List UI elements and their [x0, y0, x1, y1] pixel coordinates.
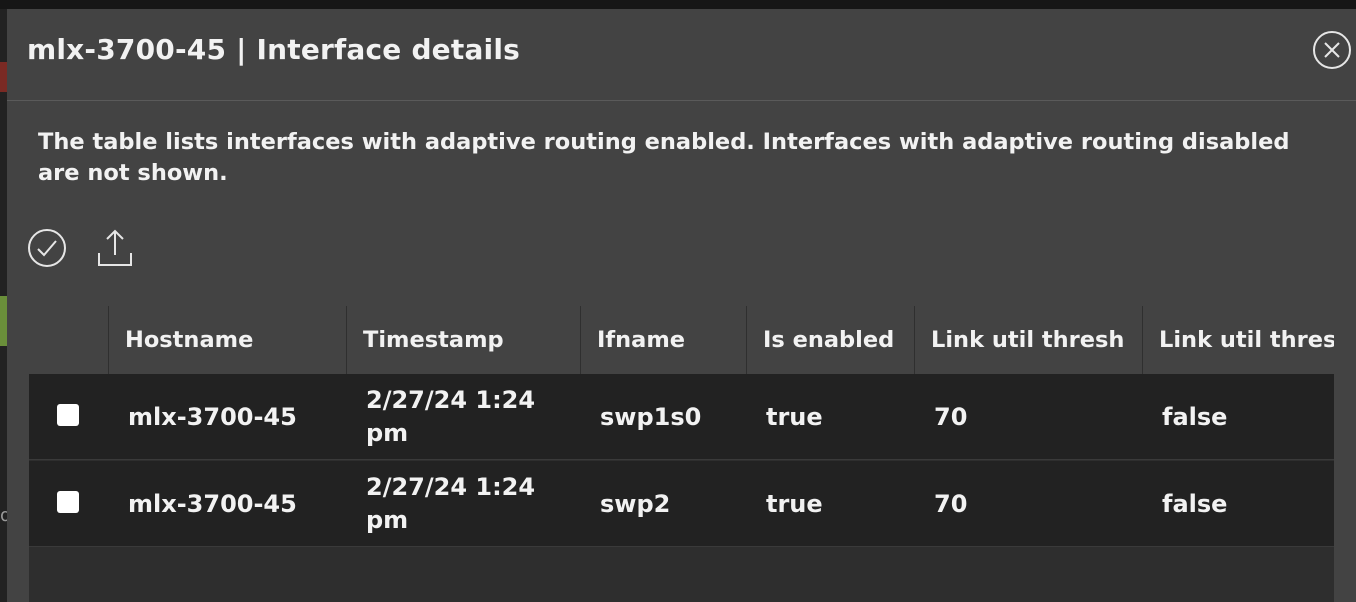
cell-is-enabled: true: [766, 490, 823, 518]
background-green-marker: [0, 296, 7, 346]
cell-link-util-thres: false: [1162, 490, 1228, 518]
column-header-hostname[interactable]: Hostname: [108, 306, 346, 374]
cell-timestamp: 2/27/24 1:24 pm: [366, 473, 536, 534]
cell-link-util-thresh: 70: [934, 403, 968, 431]
export-button[interactable]: [95, 227, 135, 273]
modal-title: mlx-3700-45 | Interface details: [27, 33, 521, 66]
cell-link-util-thres: false: [1162, 403, 1228, 431]
cell-hostname: mlx-3700-45: [128, 403, 297, 431]
row-checkbox[interactable]: [57, 491, 79, 513]
table-description: The table lists interfaces with adaptive…: [38, 129, 1290, 186]
close-button[interactable]: [1313, 31, 1351, 69]
cell-timestamp: 2/27/24 1:24 pm: [366, 386, 536, 447]
column-header-select: [29, 306, 108, 374]
column-header-link-util-thresh[interactable]: Link util thresh: [914, 306, 1142, 374]
interface-details-modal: mlx-3700-45 | Interface details The tabl…: [7, 9, 1356, 602]
select-all-button[interactable]: [26, 227, 68, 273]
column-header-link-util-thres[interactable]: Link util thres: [1142, 306, 1334, 374]
close-icon: [1324, 42, 1340, 58]
table-header: Hostname Timestamp Ifname Is enabled Lin…: [29, 306, 1334, 374]
cell-hostname: mlx-3700-45: [128, 490, 297, 518]
cell-is-enabled: true: [766, 403, 823, 431]
background-top-strip: [0, 0, 1356, 9]
background-red-marker: [0, 62, 7, 92]
table-body: mlx-3700-45 2/27/24 1:24 pm swp1s0 true …: [29, 374, 1334, 602]
modal-header: mlx-3700-45 | Interface details: [7, 9, 1356, 101]
row-checkbox[interactable]: [57, 404, 79, 426]
column-header-ifname[interactable]: Ifname: [580, 306, 746, 374]
column-header-is-enabled[interactable]: Is enabled: [746, 306, 914, 374]
cell-ifname: swp1s0: [600, 403, 702, 431]
cell-link-util-thresh: 70: [934, 490, 968, 518]
column-header-timestamp[interactable]: Timestamp: [346, 306, 580, 374]
table-row[interactable]: mlx-3700-45 2/27/24 1:24 pm swp1s0 true …: [29, 374, 1334, 460]
check-circle-icon: [28, 229, 66, 267]
cell-ifname: swp2: [600, 490, 671, 518]
upload-icon: [98, 229, 132, 266]
table-row[interactable]: mlx-3700-45 2/27/24 1:24 pm swp2 true 70…: [29, 461, 1334, 547]
interfaces-table: Hostname Timestamp Ifname Is enabled Lin…: [29, 306, 1334, 602]
